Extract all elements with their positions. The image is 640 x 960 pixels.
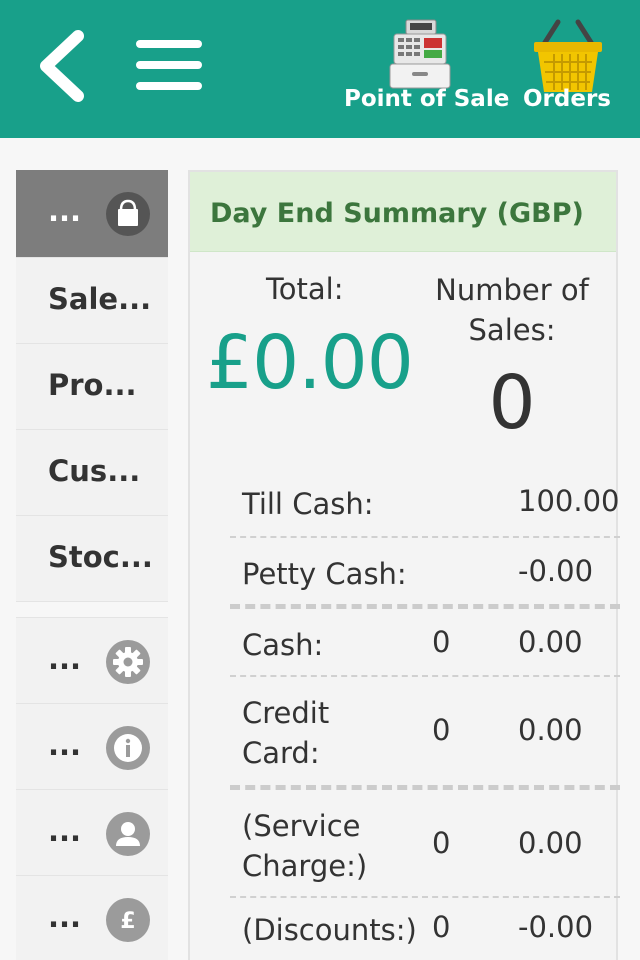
- panel-title: Day End Summary (GBP): [190, 172, 616, 252]
- number-of-sales-label: Number of Sales:: [435, 273, 589, 347]
- orders-button[interactable]: Orders: [522, 14, 612, 126]
- day-end-summary-panel: Day End Summary (GBP) Total: £0.00 Numbe…: [188, 170, 620, 960]
- table-row: Petty Cash: -0.00: [230, 538, 620, 604]
- row-amount: 0.00: [518, 713, 583, 747]
- row-count: 0: [432, 826, 451, 860]
- point-of-sale-label: Point of Sale: [344, 86, 510, 112]
- pound-icon: £: [106, 898, 150, 942]
- info-icon: [106, 726, 150, 770]
- svg-text:£: £: [120, 909, 135, 934]
- row-count: 0: [432, 713, 451, 747]
- sidebar-divider: [16, 602, 168, 618]
- sidebar-item-stock[interactable]: Stoc...: [16, 516, 168, 602]
- sidebar-item-shop[interactable]: ...: [16, 170, 168, 258]
- table-row: (Service Charge:) 0 0.00: [230, 790, 620, 896]
- row-amount: 0.00: [518, 625, 583, 659]
- shopping-bag-icon: [106, 192, 150, 236]
- row-label: (Service Charge:): [242, 809, 368, 883]
- back-chevron-icon[interactable]: [34, 30, 90, 102]
- point-of-sale-button[interactable]: Point of Sale: [344, 14, 510, 126]
- orders-label: Orders: [523, 86, 611, 112]
- gear-icon: [106, 640, 150, 684]
- cash-register-icon: [389, 19, 451, 89]
- table-row: (Discounts:) 0 -0.00: [230, 898, 620, 960]
- sidebar: ... Sale... Pro... Cus... Stoc... ... ..…: [16, 170, 168, 960]
- row-label: Petty Cash:: [242, 557, 407, 591]
- row-count: 0: [432, 625, 451, 659]
- sidebar-item-label: Sale...: [48, 282, 152, 316]
- row-label: (Discounts:): [242, 913, 417, 947]
- sidebar-item-products[interactable]: Pro...: [16, 344, 168, 430]
- row-amount: -0.00: [518, 910, 594, 944]
- sidebar-item-customers[interactable]: Cus...: [16, 430, 168, 516]
- row-amount: -0.00: [518, 554, 594, 588]
- row-count: 0: [432, 910, 451, 944]
- table-row: Credit Card: 0 0.00: [230, 677, 620, 785]
- total-value: £0.00: [206, 320, 414, 406]
- sidebar-item-label: Cus...: [48, 454, 141, 488]
- sidebar-item-account[interactable]: ...: [16, 790, 168, 876]
- number-of-sales-value: 0: [488, 360, 536, 446]
- summary-table: Till Cash: 100.00 Petty Cash: -0.00 Cash…: [230, 472, 620, 960]
- row-label: Till Cash:: [242, 487, 374, 521]
- user-icon: [106, 812, 150, 856]
- shopping-basket-icon: [534, 19, 602, 92]
- row-label: Cash:: [242, 628, 324, 662]
- row-label: Credit Card:: [242, 696, 330, 770]
- sidebar-item-info[interactable]: ...: [16, 704, 168, 790]
- sidebar-item-settings[interactable]: ...: [16, 618, 168, 704]
- table-row: Cash: 0 0.00: [230, 609, 620, 675]
- app-header: Point of Sale Orders: [0, 0, 640, 138]
- sidebar-item-label: Stoc...: [48, 540, 153, 574]
- hamburger-menu-icon[interactable]: [136, 40, 202, 90]
- table-row: Till Cash: 100.00: [230, 472, 620, 536]
- row-amount: 100.00: [518, 484, 620, 518]
- sidebar-item-sales[interactable]: Sale...: [16, 258, 168, 344]
- total-label: Total:: [266, 272, 344, 306]
- sidebar-item-label: Pro...: [48, 368, 137, 402]
- row-amount: 0.00: [518, 826, 583, 860]
- sidebar-item-billing[interactable]: ... £: [16, 876, 168, 960]
